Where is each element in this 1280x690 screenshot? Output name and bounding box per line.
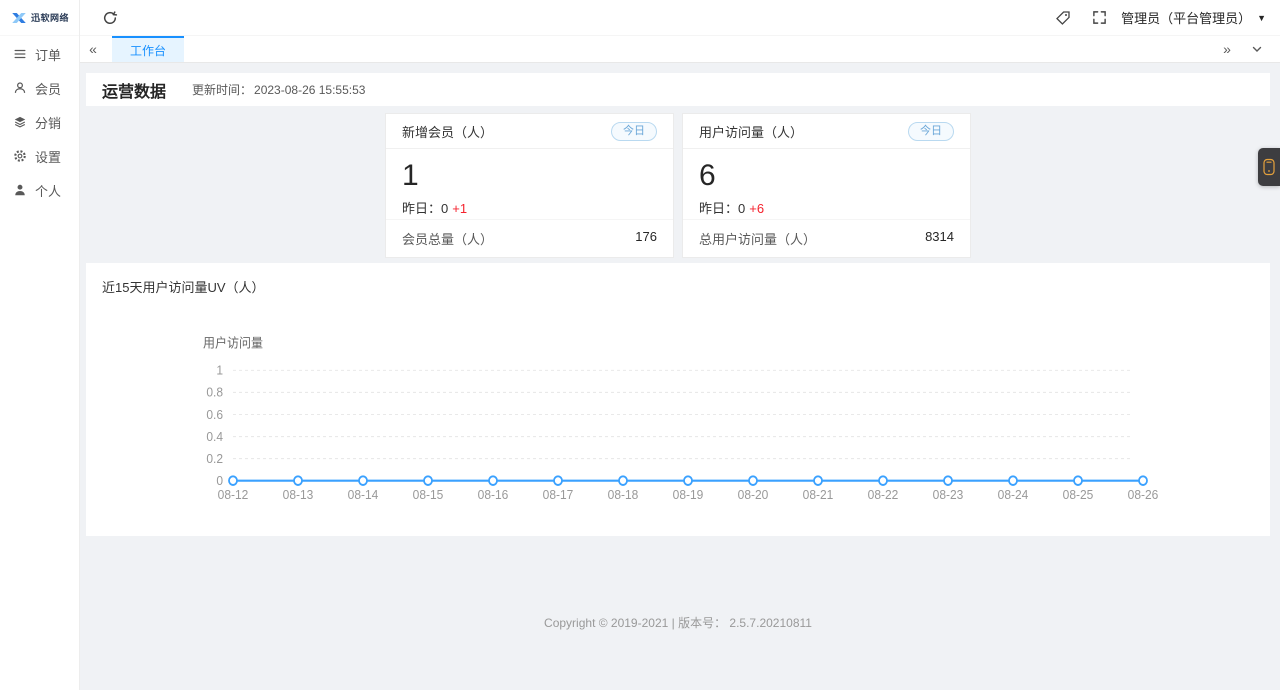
profile-person-icon: [13, 183, 27, 197]
sidebar-item-settings[interactable]: 设置: [0, 139, 79, 173]
svg-text:08-17: 08-17: [543, 488, 574, 503]
today-badge: 今日: [908, 121, 954, 141]
card-title: 用户访问量（人）: [699, 124, 804, 140]
svg-text:08-22: 08-22: [868, 488, 899, 503]
copyright-footer: Copyright © 2019-2021 | 版本号： 2.5.7.20210…: [544, 616, 812, 630]
main-column: 管理员（平台管理员） ▼ « 工作台 » 运营数据 更新时间： 2023-08-…: [80, 0, 1280, 690]
sidebar-item-orders[interactable]: 订单: [0, 37, 79, 71]
footer-value: 8314: [925, 229, 954, 244]
section-title: 运营数据: [102, 83, 167, 101]
service-float-widget[interactable]: [1258, 148, 1280, 186]
card-header: 新增会员（人） 今日: [386, 114, 673, 149]
svg-text:0.6: 0.6: [206, 407, 223, 422]
stat-cards-row: 新增会员（人） 今日 1 昨日：0 +1 会员总量（人） 176 用户访问量（人…: [86, 113, 1270, 258]
order-list-icon: [13, 47, 27, 61]
footer-label: 总用户访问量（人）: [699, 232, 817, 247]
app-logo[interactable]: 迅软网络: [0, 0, 79, 36]
delta-value: +6: [749, 200, 765, 216]
update-time: 更新时间： 2023-08-26 15:55:53: [192, 81, 365, 98]
svg-text:08-20: 08-20: [738, 488, 769, 503]
svg-text:08-19: 08-19: [673, 488, 704, 503]
operations-header-panel: 运营数据 更新时间： 2023-08-26 15:55:53: [86, 73, 1270, 106]
sidebar-item-members[interactable]: 会员: [0, 71, 79, 105]
tabbar: « 工作台 »: [80, 36, 1280, 63]
yesterday-value: 0: [738, 200, 746, 216]
content-area: 运营数据 更新时间： 2023-08-26 15:55:53 新增会员（人） 今日…: [80, 63, 1280, 690]
svg-text:0.2: 0.2: [206, 451, 223, 466]
svg-text:0: 0: [216, 474, 223, 489]
card-footer: 会员总量（人） 176: [386, 219, 673, 257]
chevrons-right-icon[interactable]: »: [1214, 41, 1240, 57]
fullscreen-icon[interactable]: [1085, 4, 1113, 32]
uv-chart-panel: 近15天用户访问量UV（人） 0 0.2 0.4 0.6 0.8 1 08-12 08-13 0…: [86, 263, 1270, 536]
settings-gear-icon: [13, 149, 27, 163]
tab-workbench[interactable]: 工作台: [112, 36, 185, 62]
logo-mark-icon: [10, 9, 28, 27]
sidebar-item-label: 分销: [35, 115, 62, 131]
svg-text:08-15: 08-15: [413, 488, 444, 503]
uv-line-chart: 0 0.2 0.4 0.6 0.8 1 08-12 08-13 08-14 08-15 08-16 0…: [203, 335, 1159, 503]
chevrons-left-icon[interactable]: «: [80, 36, 106, 62]
svg-text:0.4: 0.4: [206, 429, 223, 444]
tag-icon[interactable]: [1049, 4, 1077, 32]
card-body: 6 昨日：0 +6: [683, 149, 970, 219]
sidebar-item-label: 个人: [35, 183, 62, 199]
yesterday-label: 昨日：: [402, 200, 442, 216]
yesterday-line: 昨日：0 +1: [402, 198, 657, 217]
svg-text:08-26: 08-26: [1128, 488, 1159, 503]
delta-value: +1: [452, 200, 468, 216]
user-menu[interactable]: 管理员（平台管理员） ▼: [1121, 8, 1266, 27]
sidebar-menu: 订单 会员 分销 设置 个人: [0, 36, 79, 207]
chart-panel-title: 近15天用户访问量UV（人）: [102, 280, 265, 295]
member-user-icon: [13, 81, 27, 95]
card-footer: 总用户访问量（人） 8314: [683, 219, 970, 257]
svg-text:0.8: 0.8: [206, 385, 223, 400]
card-value: 1: [402, 159, 419, 192]
svg-text:08-23: 08-23: [933, 488, 964, 503]
logo-text: 迅软网络: [30, 13, 69, 23]
sidebar-item-distribution[interactable]: 分销: [0, 105, 79, 139]
svg-text:08-24: 08-24: [998, 488, 1029, 503]
stat-card-user-visits: 用户访问量（人） 今日 6 昨日：0 +6 总用户访问量（人） 8314: [682, 113, 971, 258]
refresh-icon[interactable]: [96, 4, 124, 32]
card-body: 1 昨日：0 +1: [386, 149, 673, 219]
yesterday-label: 昨日：: [699, 200, 739, 216]
svg-text:08-13: 08-13: [283, 488, 314, 503]
tabbar-spacer: [184, 36, 1214, 62]
svg-text:08-16: 08-16: [478, 488, 509, 503]
footer-label: 会员总量（人）: [402, 232, 494, 247]
svg-text:08-25: 08-25: [1063, 488, 1094, 503]
chevron-down-icon[interactable]: [1244, 43, 1270, 55]
stat-card-new-members: 新增会员（人） 今日 1 昨日：0 +1 会员总量（人） 176: [385, 113, 674, 258]
user-name: 管理员（平台管理员）: [1121, 11, 1252, 26]
yesterday-line: 昨日：0 +6: [699, 198, 954, 217]
topbar: 管理员（平台管理员） ▼: [80, 0, 1280, 36]
footer-value: 176: [635, 229, 657, 244]
update-time-label: 更新时间：: [192, 83, 253, 97]
yesterday-value: 0: [441, 200, 449, 216]
sidebar: 迅软网络 订单 会员 分销 设置 个人: [0, 0, 80, 690]
sidebar-item-profile[interactable]: 个人: [0, 173, 79, 207]
sidebar-item-label: 设置: [35, 149, 62, 165]
tab-label: 工作台: [130, 43, 167, 58]
svg-text:08-18: 08-18: [608, 488, 639, 503]
svg-text:1: 1: [216, 363, 223, 378]
distribution-layers-icon: [13, 115, 27, 129]
today-badge: 今日: [611, 121, 657, 141]
sidebar-item-label: 订单: [35, 47, 62, 63]
caret-down-icon: ▼: [1257, 12, 1266, 23]
svg-text:用户访问量: 用户访问量: [203, 335, 263, 351]
tabbar-right-controls: »: [1214, 36, 1280, 62]
sidebar-item-label: 会员: [35, 81, 62, 97]
svg-text:08-12: 08-12: [218, 488, 249, 503]
update-time-value: 2023-08-26 15:55:53: [254, 83, 366, 97]
card-value: 6: [699, 159, 716, 192]
card-header: 用户访问量（人） 今日: [683, 114, 970, 149]
svg-text:08-14: 08-14: [348, 488, 379, 503]
svg-text:08-21: 08-21: [803, 488, 834, 503]
card-title: 新增会员（人）: [402, 124, 494, 140]
app-window: 迅软网络 订单 会员 分销 设置 个人 管理员（平台管理员） ▼ « 工作台 »…: [0, 0, 1280, 690]
service-phone-icon: [1262, 158, 1276, 176]
